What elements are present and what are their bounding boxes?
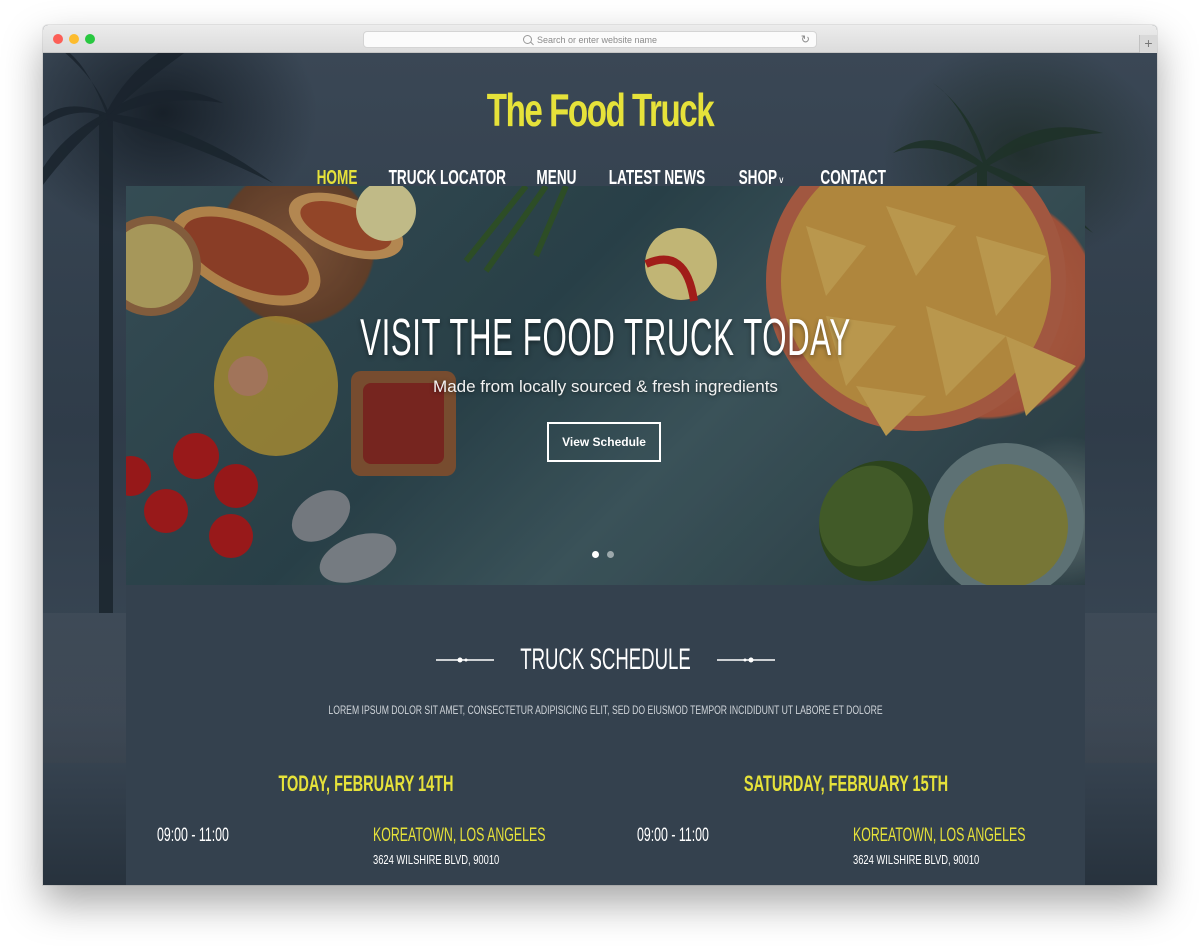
slider-pagination (592, 551, 614, 558)
new-tab-button[interactable]: + (1139, 35, 1157, 53)
schedule-title: Truck Schedule (520, 643, 691, 676)
view-schedule-button[interactable]: View Schedule (547, 422, 661, 462)
hero-slider: Visit the Food Truck Today Made from loc… (126, 186, 1085, 585)
hero-title: Visit the Food Truck Today (360, 309, 851, 367)
slide-dot-2[interactable] (607, 551, 614, 558)
truck-schedule-section: Truck Schedule Lorem ipsum dolor sit ame… (126, 585, 1085, 885)
minimize-window-button[interactable] (69, 34, 79, 44)
hero-subtitle: Made from locally sourced & fresh ingred… (433, 377, 778, 396)
address-bar[interactable]: Search or enter website name ↻ (363, 31, 817, 48)
slot-location-link[interactable]: Koreatown, Los Angeles (373, 825, 545, 847)
close-window-button[interactable] (53, 34, 63, 44)
browser-toolbar: Search or enter website name ↻ + (43, 25, 1157, 53)
address-bar-placeholder: Search or enter website name (536, 34, 658, 45)
maximize-window-button[interactable] (85, 34, 95, 44)
slot-time: 09:00 - 11:00 (637, 825, 709, 846)
slot-address: 3624 Wilshire Blvd, 90010 (853, 852, 980, 867)
slide-dot-1[interactable] (592, 551, 599, 558)
slot-location-link[interactable]: Koreatown, Los Angeles (853, 825, 1025, 847)
schedule-heading: Truck Schedule (126, 643, 1085, 677)
schedule-lead-text: Lorem ipsum dolor sit amet, consectetur … (328, 703, 883, 717)
reload-icon[interactable]: ↻ (801, 33, 810, 46)
site-logo[interactable]: The Food Truck (199, 83, 1001, 137)
browser-window: Search or enter website name ↻ + The Foo… (43, 25, 1157, 885)
ornament-right-icon (717, 655, 776, 665)
slot-address: 3624 Wilshire Blvd, 90010 (373, 852, 500, 867)
ornament-left-icon (435, 655, 494, 665)
search-icon (522, 35, 532, 44)
slot-time: 09:00 - 11:00 (157, 825, 229, 846)
day-title: Saturday, February 15th (743, 771, 949, 796)
day-title: Today, February 14th (278, 771, 454, 796)
page-viewport: The Food Truck Home Truck Locator Menu L… (43, 53, 1157, 885)
